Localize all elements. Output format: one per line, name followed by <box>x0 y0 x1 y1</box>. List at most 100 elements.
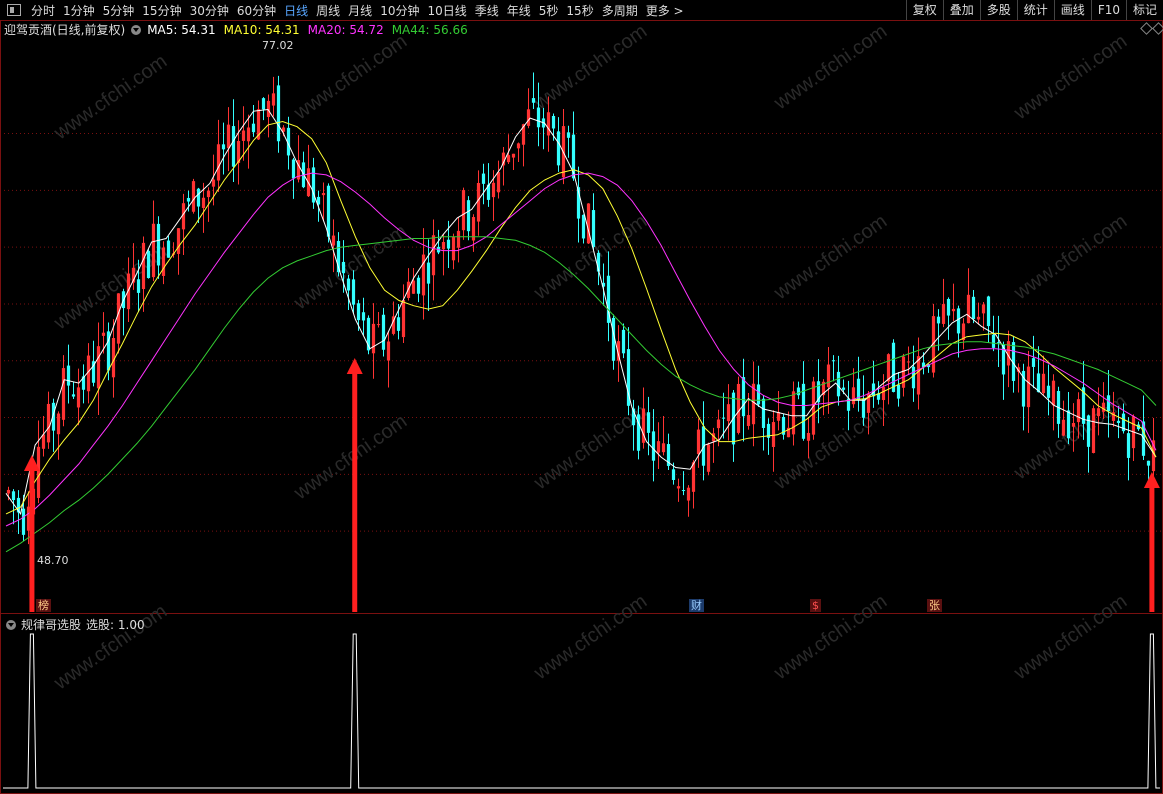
candle-body <box>36 446 41 498</box>
candle-body <box>271 93 276 106</box>
candle-body <box>806 432 811 441</box>
watermark-text: www.cfchi.com <box>289 410 411 504</box>
candle-body <box>771 422 776 447</box>
candle-body <box>186 197 191 202</box>
candle-body <box>266 100 271 117</box>
candle-body <box>881 387 886 401</box>
candle-body <box>656 441 661 453</box>
candle-body <box>971 296 976 319</box>
candle-body <box>1066 410 1071 439</box>
candle-body <box>1116 420 1121 423</box>
candle-body <box>836 371 841 397</box>
candle-body <box>936 316 941 324</box>
indicator-header: 规律哥选股 选股: 1.00 <box>6 616 145 633</box>
kline-chart[interactable]: www.cfchi.com www.cfchi.com www.cfchi.com w… <box>0 0 1163 794</box>
candle-body <box>1101 402 1106 412</box>
candle-body <box>466 200 471 232</box>
candle-body <box>1046 385 1051 398</box>
candle-body <box>396 317 401 331</box>
watermark-text: www.cfchi.com <box>49 50 171 144</box>
candle-body <box>41 434 46 449</box>
candle-body <box>1076 399 1081 423</box>
candle-body <box>356 303 361 321</box>
settings-dropdown-icon[interactable] <box>131 24 142 35</box>
candle-body <box>431 235 436 276</box>
candle-body <box>251 123 256 133</box>
candle-body <box>146 250 151 279</box>
candle-body <box>136 279 141 293</box>
candle-body <box>986 296 991 327</box>
ma-line-ma44 <box>5 236 1157 553</box>
candle-body <box>326 185 331 237</box>
candle-body <box>1106 395 1111 412</box>
candle-body <box>1026 366 1031 408</box>
event-tag[interactable]: 榜 <box>36 599 51 612</box>
candle-body <box>211 179 216 187</box>
candle-body <box>801 383 806 439</box>
candle-body <box>496 172 501 193</box>
candle-body <box>891 342 896 392</box>
watermark-text: www.cfchi.com <box>529 20 651 114</box>
candle-body <box>871 383 876 397</box>
candle-body <box>246 127 251 142</box>
candle-body <box>21 508 26 535</box>
event-tag[interactable]: 财 <box>689 599 704 612</box>
candle-body <box>551 115 556 129</box>
candle-body <box>696 429 701 455</box>
candle-body <box>371 323 376 354</box>
candle-body <box>911 366 916 389</box>
candle-body <box>796 387 801 396</box>
candle-body <box>376 324 381 326</box>
candle-body <box>71 394 76 397</box>
candle-body <box>506 155 511 163</box>
candle-body <box>516 143 521 149</box>
ma-legend-item: MA44: 56.66 <box>391 22 468 37</box>
candle-body <box>381 314 386 350</box>
candle-body <box>116 293 121 344</box>
watermark-text: www.cfchi.com <box>769 20 891 114</box>
candle-body <box>96 346 101 389</box>
candle-body <box>361 312 366 321</box>
candle-body <box>621 329 626 354</box>
candle-body <box>441 242 446 250</box>
candle-body <box>461 190 466 231</box>
candle-body <box>386 341 391 361</box>
candle-body <box>586 203 591 244</box>
candle-body <box>226 124 231 149</box>
candle-body <box>716 419 721 429</box>
candle-body <box>46 403 51 443</box>
candle-body <box>66 365 71 386</box>
event-tag[interactable]: $ <box>810 599 821 612</box>
candle-body <box>826 364 831 388</box>
candle-body <box>156 223 161 266</box>
candle-body <box>201 197 206 208</box>
candle-body <box>581 214 586 239</box>
watermark-text: www.cfchi.com <box>49 600 171 694</box>
candle-body <box>76 387 81 408</box>
watermark-text: www.cfchi.com <box>289 30 411 124</box>
candle-body <box>736 383 741 433</box>
candle-body <box>976 316 981 320</box>
candle-body <box>531 98 536 103</box>
candle-body <box>481 173 486 184</box>
candle-body <box>491 182 496 198</box>
ma-legend-item: MA10: 54.31 <box>223 22 300 37</box>
ma-legend-item: MA5: 54.31 <box>147 22 216 37</box>
candle-body <box>231 126 236 167</box>
candle-body <box>831 360 836 362</box>
watermark-text: www.cfchi.com <box>769 590 891 684</box>
indicator-name: 规律哥选股 <box>21 618 82 632</box>
candle-body <box>991 334 996 348</box>
candle-body <box>446 239 451 249</box>
candle-body <box>1041 373 1046 394</box>
candle-body <box>951 308 956 312</box>
candle-body <box>691 462 696 492</box>
signal-arrow-shaft <box>352 372 358 612</box>
candle-body <box>996 342 1001 344</box>
event-tag[interactable]: 张 <box>927 599 942 612</box>
watermark-text: www.cfchi.com <box>769 210 891 304</box>
indicator-dropdown-icon[interactable] <box>6 619 16 630</box>
candle-body <box>526 109 531 126</box>
candle-body <box>1096 408 1101 417</box>
candle-body <box>141 242 146 290</box>
